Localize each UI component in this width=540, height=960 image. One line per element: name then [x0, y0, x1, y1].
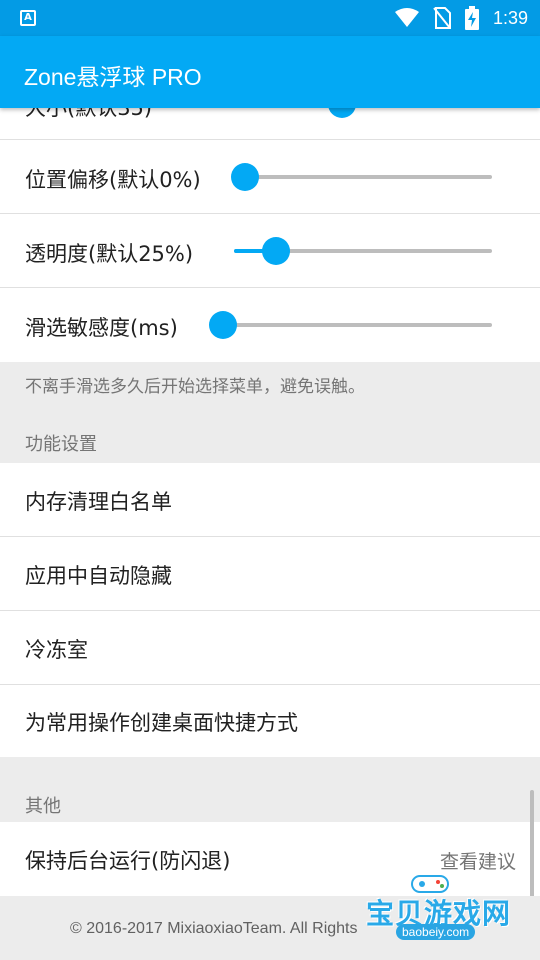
other-section-header: 其他 — [25, 796, 61, 817]
copyright-text: © 2016-2017 MixiaoxiaoTeam. All Rights — [70, 920, 358, 937]
watermark-url: baobeiy.com — [396, 924, 476, 940]
no-sim-icon — [433, 7, 451, 29]
size-label: 大小(默认35) — [25, 108, 153, 120]
app-notification-icon: A — [20, 10, 36, 26]
position-offset-slider[interactable] — [231, 163, 492, 191]
list-item-auto-hide[interactable]: 应用中自动隐藏 — [0, 537, 540, 611]
gamepad-icon — [411, 875, 449, 893]
features-section-header: 功能设置 — [25, 434, 97, 455]
swipe-sensitivity-slider[interactable] — [209, 311, 492, 339]
wifi-icon — [394, 8, 419, 27]
list-item-label: 应用中自动隐藏 — [25, 564, 172, 588]
watermark-logo: 宝贝游戏网 baobeiy.com — [360, 868, 530, 942]
keep-alive-label: 保持后台运行(防闪退) — [25, 849, 231, 873]
size-slider[interactable] — [234, 108, 492, 118]
position-offset-label: 位置偏移(默认0%) — [25, 168, 201, 192]
opacity-slider-thumb[interactable] — [262, 237, 290, 265]
swipe-sensitivity-slider-thumb[interactable] — [209, 311, 237, 339]
battery-charging-icon — [464, 6, 479, 30]
app-title: Zone悬浮球 PRO — [24, 64, 202, 90]
opacity-slider[interactable] — [234, 237, 492, 265]
swipe-sensitivity-label: 滑选敏感度(ms) — [25, 316, 178, 340]
status-icons: 1:39 — [394, 6, 528, 30]
size-slider-thumb[interactable] — [328, 108, 356, 118]
list-item-create-shortcut[interactable]: 为常用操作创建桌面快捷方式 — [0, 685, 540, 757]
position-offset-slider-thumb[interactable] — [231, 163, 259, 191]
clock: 1:39 — [492, 7, 528, 28]
list-item-memory-whitelist[interactable]: 内存清理白名单 — [0, 463, 540, 537]
position-offset-row: 位置偏移(默认0%) — [0, 140, 540, 214]
swipe-sensitivity-row: 滑选敏感度(ms) — [0, 288, 540, 362]
list-item-label: 内存清理白名单 — [25, 490, 172, 514]
list-item-freezer[interactable]: 冷冻室 — [0, 611, 540, 685]
list-item-label: 冷冻室 — [25, 638, 88, 662]
opacity-label: 透明度(默认25%) — [25, 242, 194, 266]
list-item-label: 为常用操作创建桌面快捷方式 — [25, 711, 298, 735]
size-setting-row: 大小(默认35) — [0, 108, 540, 140]
scrollbar[interactable] — [530, 790, 534, 902]
status-bar: A 1:39 — [0, 0, 540, 36]
settings-list[interactable]: 大小(默认35) 位置偏移(默认0%) 透明度(默认25%) 滑选敏感度(ms)… — [0, 108, 540, 960]
app-bar: Zone悬浮球 PRO — [0, 36, 540, 108]
swipe-hint: 不离手滑选多久后开始选择菜单，避免误触。 — [25, 377, 365, 397]
opacity-row: 透明度(默认25%) — [0, 214, 540, 288]
